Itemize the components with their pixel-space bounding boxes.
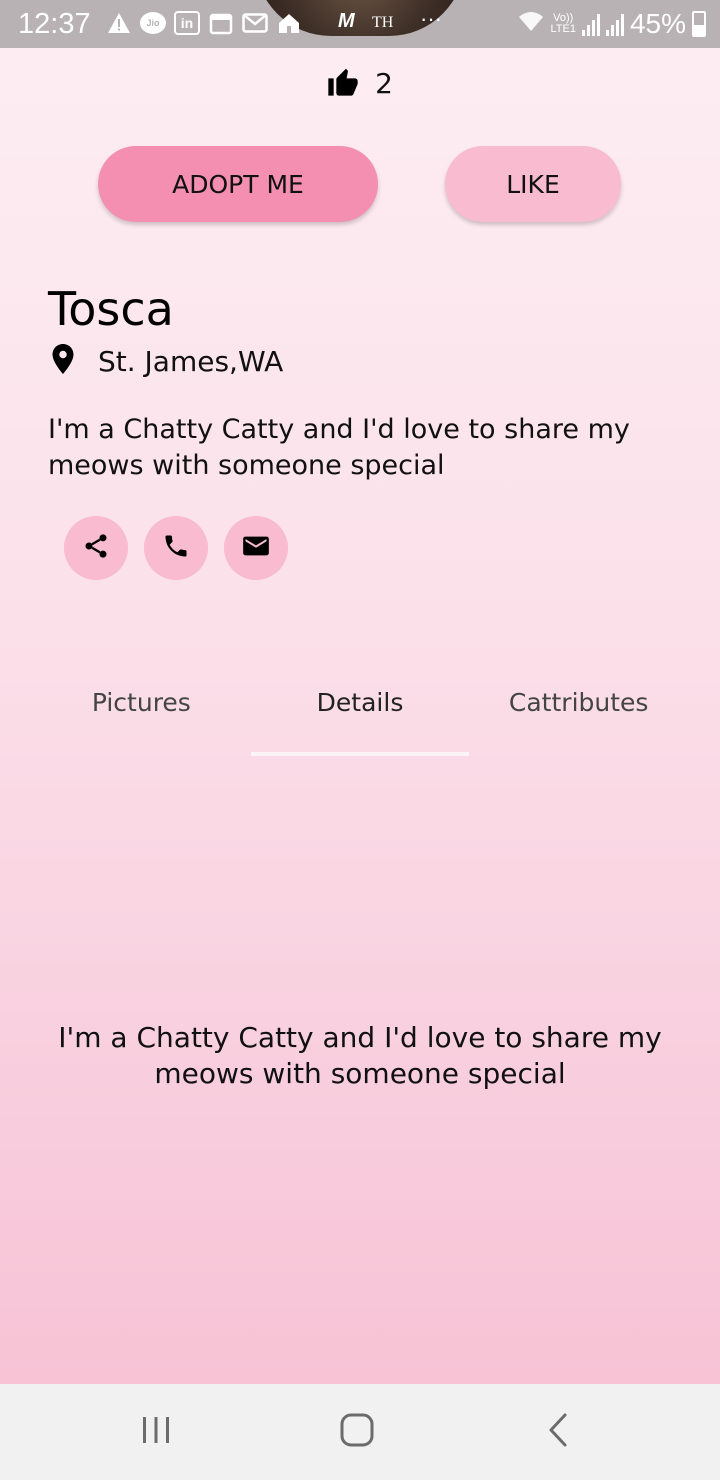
house-icon xyxy=(276,10,302,36)
cat-name: Tosca xyxy=(48,282,174,336)
recents-icon xyxy=(140,1414,172,1450)
status-time: 12:37 xyxy=(18,8,91,40)
back-button[interactable] xyxy=(528,1410,588,1454)
warning-icon xyxy=(106,10,132,36)
email-icon xyxy=(242,534,270,562)
battery-icon xyxy=(692,11,706,37)
notification-icons: Jio in xyxy=(106,10,302,36)
contact-row xyxy=(64,516,288,580)
adopt-me-button[interactable]: ADOPT ME xyxy=(98,146,378,222)
calendar-icon xyxy=(208,10,234,36)
myntra-icon: M xyxy=(338,10,355,32)
status-right: Vo)) LTE1 45% xyxy=(518,8,706,40)
signal-icon-2 xyxy=(605,12,624,36)
tab-pictures[interactable]: Pictures xyxy=(32,680,251,758)
wifi-icon xyxy=(518,11,544,38)
email-button[interactable] xyxy=(224,516,288,580)
likes-count: 2 xyxy=(375,66,393,100)
phone-button[interactable] xyxy=(144,516,208,580)
recents-button[interactable] xyxy=(126,1410,186,1454)
tab-details[interactable]: Details xyxy=(250,680,470,758)
location-row: St. James,WA xyxy=(50,344,283,378)
jio-icon: Jio xyxy=(140,12,166,34)
location-pin-icon xyxy=(50,344,76,378)
tab-bar: Pictures Details Cattributes xyxy=(32,680,688,758)
back-icon xyxy=(546,1412,570,1452)
home-icon xyxy=(339,1412,375,1452)
cat-description: I'm a Chatty Catty and I'd love to share… xyxy=(48,414,630,481)
linkedin-icon: in xyxy=(174,11,200,35)
status-bar: 12:37 Jio in M TH ··· Vo)) LTE1 45% xyxy=(0,0,720,48)
thumb-up-icon xyxy=(327,66,359,100)
share-icon xyxy=(82,532,110,564)
tab-cattributes[interactable]: Cattributes xyxy=(469,680,688,758)
phone-icon xyxy=(162,532,190,564)
share-button[interactable] xyxy=(64,516,128,580)
navigation-bar xyxy=(0,1384,720,1480)
more-notifications-icon: ··· xyxy=(420,6,442,31)
like-button[interactable]: LIKE xyxy=(445,146,621,222)
home-button[interactable] xyxy=(327,1410,387,1454)
network-label: TH xyxy=(372,14,394,31)
battery-percent: 45% xyxy=(629,8,686,39)
lte-indicator: Vo)) LTE1 xyxy=(550,13,575,35)
details-text: I'm a Chatty Catty and I'd love to share… xyxy=(58,1021,662,1090)
signal-icon xyxy=(581,12,600,36)
gmail-icon xyxy=(242,10,268,36)
likes-row: 2 xyxy=(0,66,720,100)
location-text: St. James,WA xyxy=(98,344,284,378)
lte-label-bottom: LTE1 xyxy=(550,23,576,35)
